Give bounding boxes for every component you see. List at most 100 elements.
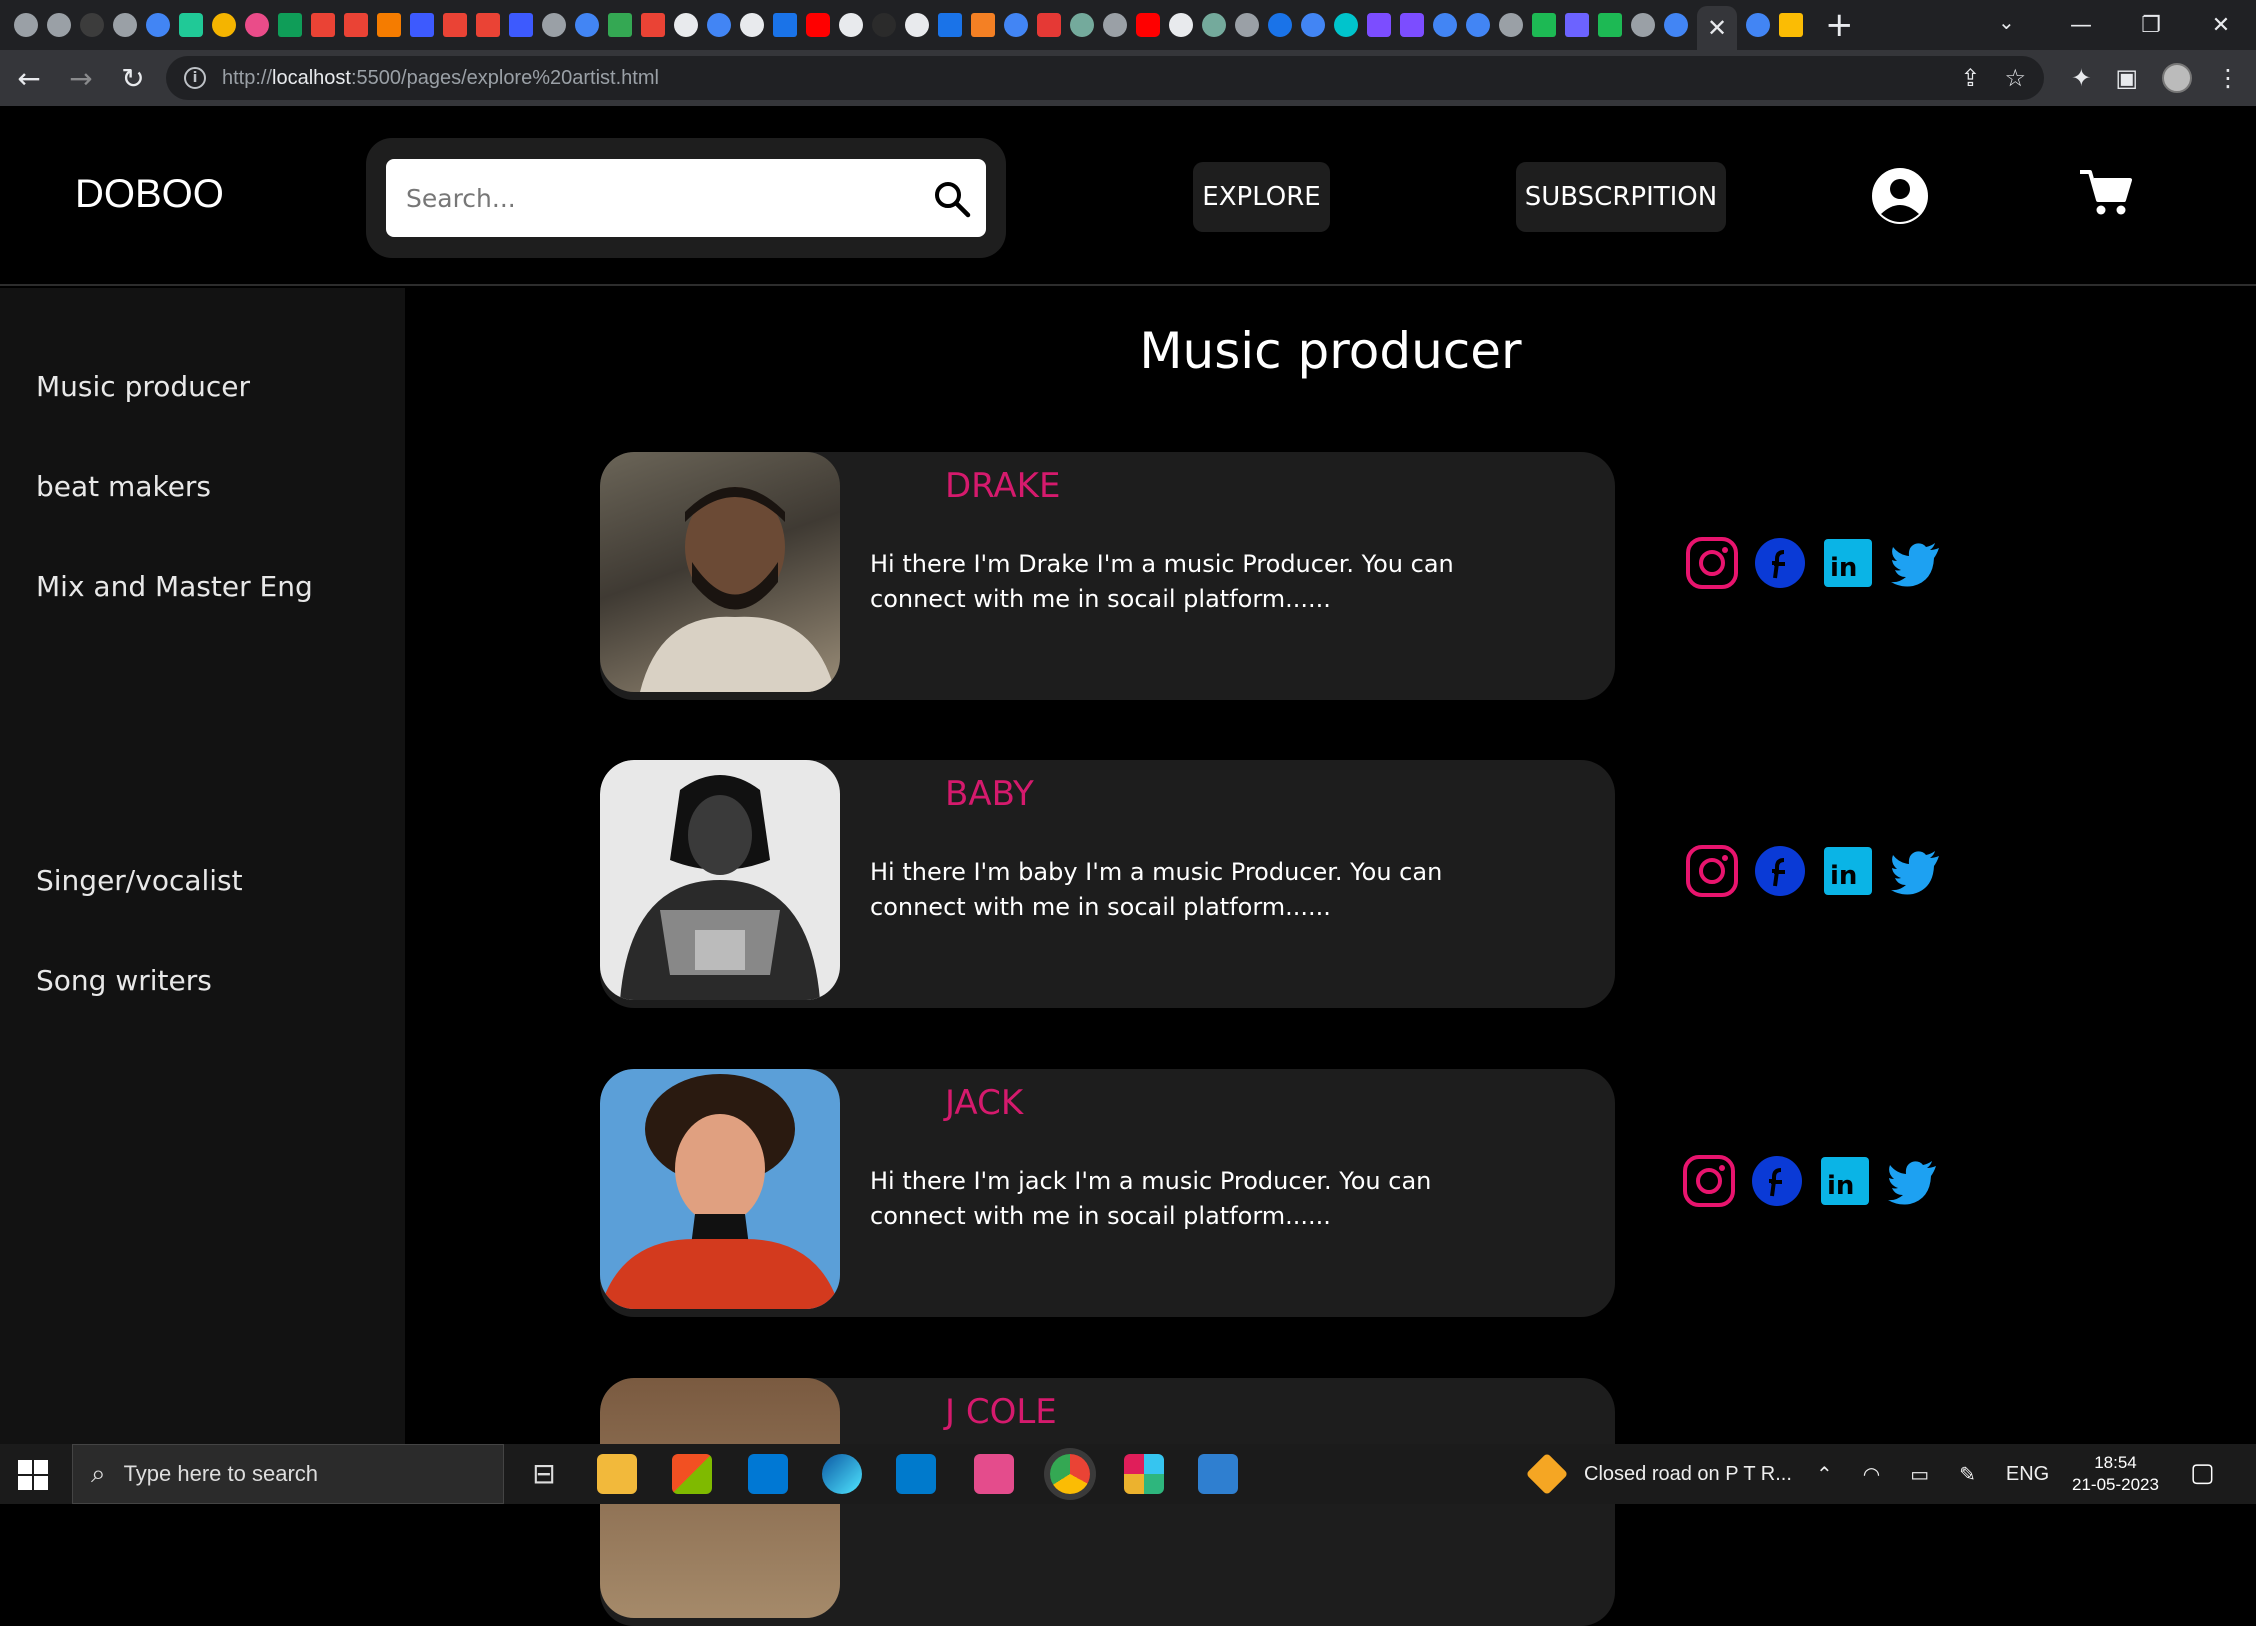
app-icon[interactable]	[974, 1454, 1014, 1494]
tab-favicon-icon[interactable]	[575, 13, 599, 37]
tab-favicon-icon[interactable]	[542, 13, 566, 37]
linkedin-icon[interactable]: in	[1821, 536, 1875, 590]
tab-favicon-icon[interactable]	[113, 13, 137, 37]
artist-card[interactable]: DRAKE Hi there I'm Drake I'm a music Pro…	[600, 452, 1615, 700]
tab-favicon-icon[interactable]	[1004, 13, 1028, 37]
tab-favicon-icon[interactable]	[1037, 13, 1061, 37]
reload-icon[interactable]: ↻	[110, 62, 156, 95]
tab-search-chevron-icon[interactable]: ⌄	[1998, 10, 2015, 34]
tab-favicon-icon[interactable]	[839, 13, 863, 37]
wifi-icon[interactable]: ◠	[1863, 1462, 1880, 1487]
explore-button[interactable]: EXPLORE	[1193, 162, 1330, 232]
facebook-icon[interactable]	[1753, 844, 1807, 898]
twitter-icon[interactable]	[1889, 536, 1943, 590]
tab-favicon-icon[interactable]	[509, 13, 533, 37]
sidebar-item-beat-makers[interactable]: beat makers	[36, 470, 211, 503]
tab-favicon-icon[interactable]	[1499, 13, 1523, 37]
tab-favicon-icon[interactable]	[1565, 13, 1589, 37]
photos-icon[interactable]	[1198, 1454, 1238, 1494]
search-icon[interactable]	[932, 179, 972, 219]
tab-favicon-icon[interactable]	[905, 13, 929, 37]
tab-favicon-icon[interactable]	[1169, 13, 1193, 37]
tab-favicon-icon[interactable]	[1301, 13, 1325, 37]
tab-favicon-icon[interactable]	[1235, 13, 1259, 37]
action-center-icon[interactable]: ▢	[2190, 1458, 2215, 1488]
tab-favicon-icon[interactable]	[212, 13, 236, 37]
tab-favicon-icon[interactable]	[1466, 13, 1490, 37]
sidebar-item-singer[interactable]: Singer/vocalist	[36, 864, 243, 897]
show-hidden-icons-chevron-icon[interactable]: ⌃	[1816, 1462, 1833, 1487]
sidebar-item-music-producer[interactable]: Music producer	[36, 370, 250, 403]
tab-favicon-icon[interactable]	[1631, 13, 1655, 37]
tab-favicon-icon[interactable]	[245, 13, 269, 37]
tab-favicon-icon[interactable]	[476, 13, 500, 37]
search-input[interactable]	[406, 177, 916, 219]
chrome-icon[interactable]	[1050, 1454, 1090, 1494]
sidebar-item-song-writers[interactable]: Song writers	[36, 964, 212, 997]
tab-favicon-icon[interactable]	[971, 13, 995, 37]
active-tab-close-button[interactable]: ✕	[1697, 6, 1737, 50]
user-account-icon[interactable]	[1870, 166, 1930, 226]
tab-favicon-icon[interactable]	[377, 13, 401, 37]
slack-icon[interactable]	[1124, 1454, 1164, 1494]
browser-menu-icon[interactable]: ⋮	[2216, 64, 2240, 92]
facebook-icon[interactable]	[1753, 536, 1807, 590]
tab-favicon-icon[interactable]	[1433, 13, 1457, 37]
tab-favicon-icon[interactable]	[1779, 13, 1803, 37]
tab-favicon-icon[interactable]	[1746, 13, 1770, 37]
tab-favicon-icon[interactable]	[1202, 13, 1226, 37]
instagram-icon[interactable]	[1685, 536, 1739, 590]
tab-favicon-icon[interactable]	[1532, 13, 1556, 37]
vscode-icon[interactable]	[896, 1454, 936, 1494]
tab-favicon-icon[interactable]	[14, 13, 38, 37]
forward-arrow-icon[interactable]: →	[58, 62, 104, 95]
tab-favicon-icon[interactable]	[872, 13, 896, 37]
back-arrow-icon[interactable]: ←	[6, 62, 52, 95]
profile-avatar[interactable]	[2162, 63, 2192, 93]
site-logo[interactable]: DOBOO	[75, 172, 224, 217]
tab-favicon-icon[interactable]	[80, 13, 104, 37]
taskbar-search-box[interactable]: ⌕ Type here to search	[72, 1444, 504, 1504]
twitter-icon[interactable]	[1889, 844, 1943, 898]
close-window-icon[interactable]: ✕	[2186, 13, 2256, 38]
address-bar[interactable]: i http://localhost:5500/pages/explore%20…	[166, 56, 2044, 100]
tab-favicon-icon[interactable]	[938, 13, 962, 37]
tab-favicon-icon[interactable]	[344, 13, 368, 37]
traffic-notification[interactable]: Closed road on P T R...	[1584, 1463, 1792, 1486]
tab-favicon-icon[interactable]	[146, 13, 170, 37]
bookmark-star-icon[interactable]: ☆	[2004, 64, 2026, 92]
tab-favicon-icon[interactable]	[443, 13, 467, 37]
tab-favicon-icon[interactable]	[608, 13, 632, 37]
instagram-icon[interactable]	[1682, 1154, 1736, 1208]
tab-favicon-icon[interactable]	[1103, 13, 1127, 37]
tab-favicon-icon[interactable]	[311, 13, 335, 37]
traffic-warning-icon[interactable]	[1525, 1452, 1569, 1496]
share-icon[interactable]: ⇪	[1960, 64, 1980, 92]
tab-favicon-icon[interactable]	[1664, 13, 1688, 37]
edge-icon[interactable]	[822, 1454, 862, 1494]
linkedin-icon[interactable]: in	[1818, 1154, 1872, 1208]
tab-favicon-icon[interactable]	[410, 13, 434, 37]
tab-favicon-icon[interactable]	[1367, 13, 1391, 37]
site-info-icon[interactable]: i	[184, 67, 206, 89]
tab-favicon-icon[interactable]	[1334, 13, 1358, 37]
taskbar-clock[interactable]: 18:54 21-05-2023	[2072, 1452, 2159, 1496]
minimize-icon[interactable]: —	[2046, 13, 2116, 38]
sidebar-item-mix-master[interactable]: Mix and Master Eng	[36, 570, 313, 603]
facebook-icon[interactable]	[1750, 1154, 1804, 1208]
cart-icon[interactable]	[2078, 164, 2134, 220]
battery-icon[interactable]: ▭	[1910, 1462, 1929, 1487]
twitter-icon[interactable]	[1886, 1154, 1940, 1208]
tab-favicon-icon[interactable]	[278, 13, 302, 37]
tab-favicon-icon[interactable]	[1136, 13, 1160, 37]
file-explorer-icon[interactable]	[597, 1454, 637, 1494]
restore-icon[interactable]: ❐	[2116, 13, 2186, 38]
task-view-icon[interactable]: ⊟	[524, 1454, 564, 1494]
url-text[interactable]: http://localhost:5500/pages/explore%20ar…	[222, 67, 659, 90]
pen-icon[interactable]: ✎	[1959, 1462, 1976, 1487]
tab-favicon-icon[interactable]	[806, 13, 830, 37]
mail-icon[interactable]	[748, 1454, 788, 1494]
artist-card[interactable]: BABY Hi there I'm baby I'm a music Produ…	[600, 760, 1615, 1008]
subscription-button[interactable]: SUBSCRPITION	[1516, 162, 1726, 232]
tab-favicon-icon[interactable]	[1268, 13, 1292, 37]
